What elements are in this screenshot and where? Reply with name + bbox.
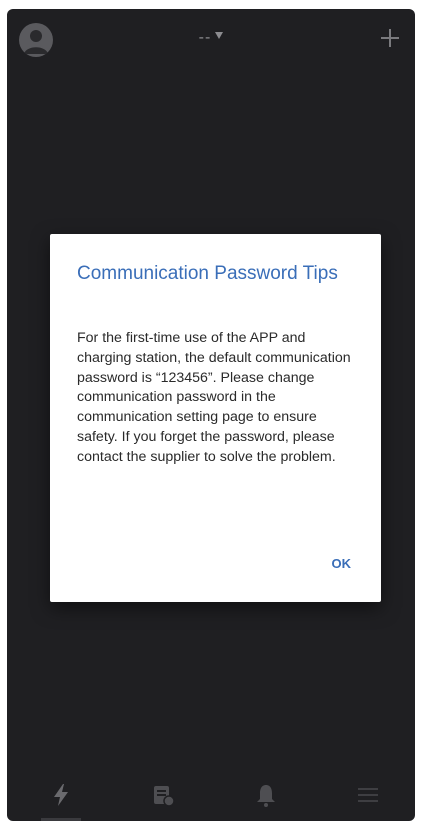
- active-tab-indicator: [41, 818, 81, 821]
- nav-item-menu[interactable]: [354, 781, 382, 809]
- caret-down-icon: [215, 32, 224, 39]
- nav-item-charging[interactable]: [47, 781, 75, 809]
- plus-icon[interactable]: [379, 27, 401, 49]
- records-icon: [154, 786, 175, 807]
- nav-item-alerts[interactable]: [252, 781, 280, 809]
- bell-icon: [257, 785, 275, 807]
- top-bar: --: [7, 9, 415, 69]
- dialog-title: Communication Password Tips: [77, 263, 338, 284]
- ok-button[interactable]: OK: [332, 556, 352, 571]
- device-selector[interactable]: --: [7, 29, 415, 47]
- bottom-nav: [7, 765, 415, 821]
- password-tips-dialog: Communication Password Tips For the firs…: [50, 234, 381, 602]
- device-name: --: [198, 29, 212, 46]
- app-screen: -- Communication Password Tips For the f…: [7, 9, 415, 821]
- dialog-message: For the first-time use of the APP and ch…: [77, 330, 351, 465]
- nav-item-records[interactable]: [149, 781, 177, 809]
- menu-icon: [358, 788, 378, 802]
- lightning-icon: [54, 784, 68, 806]
